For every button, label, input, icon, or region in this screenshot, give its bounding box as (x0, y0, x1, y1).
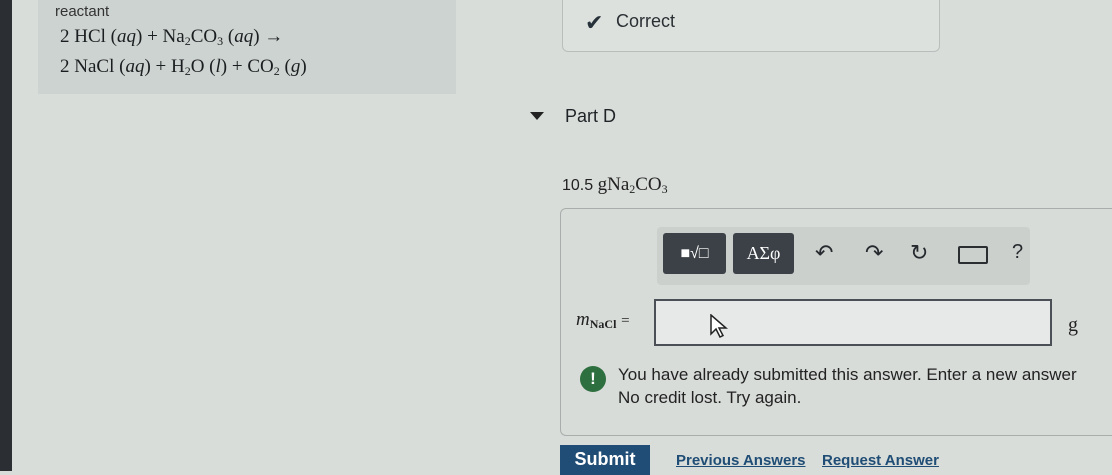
feedback-message-line-2: No credit lost. Try again. (618, 388, 802, 407)
given-quantity: 10.5 gNa2CO3 (562, 174, 668, 196)
answer-unit: g (1068, 314, 1078, 336)
redo-icon[interactable]: ↷ (865, 240, 883, 266)
given-unit: g (597, 174, 608, 195)
reset-icon[interactable]: ↻ (910, 240, 928, 266)
feedback-status: Correct (616, 11, 676, 31)
templates-button[interactable]: ■√□ (663, 233, 726, 274)
part-title[interactable]: Part D (565, 106, 616, 127)
request-answer-link[interactable]: Request Answer (822, 452, 939, 469)
equation-line-1: 2 HCl (aq) + Na2CO3 (aq) → (60, 26, 284, 48)
undo-icon[interactable]: ↶ (815, 240, 833, 266)
feedback-message-line-1: You have already submitted this answer. … (618, 365, 1077, 384)
help-icon[interactable]: ? (1012, 241, 1023, 264)
equation-line-2: 2 NaCl (aq) + H2O (l) + CO2 (g) (60, 56, 307, 78)
check-icon: ✔ (585, 10, 604, 35)
previous-answers-link[interactable]: Previous Answers (676, 452, 806, 469)
reactant-label: reactant (55, 3, 110, 20)
keyboard-icon[interactable] (958, 246, 988, 264)
answer-variable-label: mNaCl = (576, 309, 630, 331)
collapse-arrow-icon[interactable] (530, 112, 544, 120)
greek-symbols-button[interactable]: ΑΣφ (733, 233, 794, 274)
window-edge (0, 0, 12, 471)
alert-icon: ! (580, 366, 606, 392)
mouse-cursor-icon (710, 314, 728, 338)
given-value: 10.5 (562, 177, 594, 194)
